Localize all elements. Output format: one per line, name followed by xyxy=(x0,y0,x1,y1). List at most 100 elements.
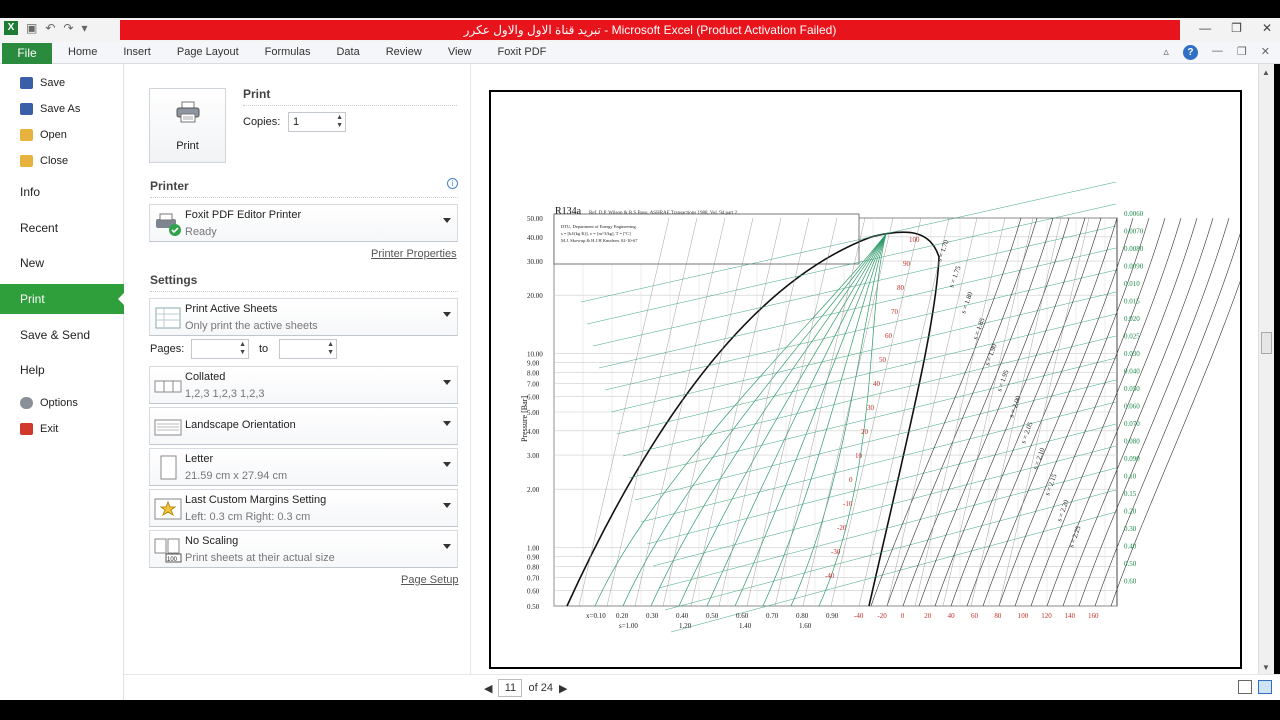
y-tick-label: 30.00 xyxy=(527,258,543,266)
printer-dropdown[interactable]: Foxit PDF Editor Printer Ready xyxy=(149,204,458,242)
nav-save-as[interactable]: Save As xyxy=(0,99,124,119)
entropy-label: s = 2.15 xyxy=(1043,472,1058,496)
tab-insert[interactable]: Insert xyxy=(123,46,151,58)
doc-close-icon[interactable]: ✕ xyxy=(1261,45,1270,60)
tab-view[interactable]: View xyxy=(448,46,472,58)
ribbon-tabs: File Home Insert Page Layout Formulas Da… xyxy=(0,42,1280,64)
collate-desc: 1,2,3 1,2,3 1,2,3 xyxy=(185,388,265,400)
entropy-label: s = 1.80 xyxy=(959,290,974,314)
no-scaling-icon: 100 xyxy=(154,538,182,563)
nav-print[interactable]: Print xyxy=(0,284,124,314)
entropy-label: s = 1.90 xyxy=(983,342,998,366)
nav-new[interactable]: New xyxy=(0,248,124,278)
restore-icon[interactable]: ❐ xyxy=(1231,21,1242,35)
nav-save[interactable]: Save xyxy=(0,73,124,93)
nav-options[interactable]: Options xyxy=(0,393,124,413)
paper-size-dropdown[interactable]: Letter 21.59 cm x 27.94 cm xyxy=(149,448,458,486)
pages-to-input[interactable]: ▲ ▼ xyxy=(279,339,337,359)
right-v-tick-label: 0.090 xyxy=(1124,455,1140,463)
page-setup-link[interactable]: Page Setup xyxy=(401,574,459,586)
tab-formulas[interactable]: Formulas xyxy=(265,46,311,58)
copies-label: Copies: xyxy=(243,116,281,128)
nav-close[interactable]: Close xyxy=(0,151,124,171)
quality-tick-label: 0.60 xyxy=(736,612,749,620)
current-page-input[interactable]: 11 xyxy=(498,679,523,697)
y-tick-label: 0.60 xyxy=(527,588,540,596)
minimize-icon[interactable]: — xyxy=(1199,21,1211,35)
pages-from-input[interactable]: ▲ ▼ xyxy=(191,339,249,359)
close-icon[interactable]: ✕ xyxy=(1262,21,1272,35)
info-icon[interactable]: i xyxy=(447,178,458,189)
paper-icon xyxy=(160,455,177,480)
scaling-dropdown[interactable]: 100 No Scaling Print sheets at their act… xyxy=(149,530,458,568)
y-tick-label: 40.00 xyxy=(527,234,543,242)
save-icon xyxy=(20,77,33,89)
x-tick-label: 120 xyxy=(1041,612,1052,620)
margins-dropdown[interactable]: Last Custom Margins Setting Left: 0.3 cm… xyxy=(149,489,458,527)
quality-tick-label: 0.30 xyxy=(646,612,659,620)
preview-page: 50.00 40.00 30.00 20.00 10.00 9.00 8.00 7.00 6.0… xyxy=(489,90,1262,669)
nav-exit[interactable]: Exit xyxy=(0,419,124,439)
save-icon[interactable]: ▣ xyxy=(26,21,37,35)
scroll-down-icon[interactable]: ▼ xyxy=(1262,663,1270,672)
quality-line xyxy=(818,233,887,607)
chevron-down-icon xyxy=(443,312,451,321)
spin-arrows-icon[interactable]: ▲ ▼ xyxy=(327,341,334,357)
undo-icon[interactable]: ↶ xyxy=(45,21,55,35)
volume-line xyxy=(652,445,1117,567)
x-tick-label: 140 xyxy=(1065,612,1076,620)
volume-line xyxy=(634,379,1117,501)
copies-value: 1 xyxy=(293,116,300,128)
tab-file[interactable]: File xyxy=(2,43,52,64)
nav-info[interactable]: Info xyxy=(0,177,124,207)
redo-icon[interactable]: ↷ xyxy=(63,21,73,35)
customize-qat-icon[interactable]: ▾ xyxy=(81,21,87,35)
printer-properties-link[interactable]: Printer Properties xyxy=(371,248,457,260)
temp-label: 10 xyxy=(855,452,863,460)
quality-tick-label: 0.40 xyxy=(676,612,689,620)
help-icon[interactable]: ? xyxy=(1182,45,1198,60)
divider xyxy=(150,197,458,198)
tab-home[interactable]: Home xyxy=(68,46,97,58)
tab-page-layout[interactable]: Page Layout xyxy=(177,46,239,58)
temp-label: 30 xyxy=(867,404,875,412)
print-button[interactable]: Print xyxy=(149,88,226,163)
tab-review[interactable]: Review xyxy=(386,46,422,58)
y-tick-label: 1.00 xyxy=(527,545,540,553)
show-margins-icon[interactable] xyxy=(1238,680,1252,694)
doc-minimize-icon[interactable]: — xyxy=(1212,45,1223,60)
y-tick-label: 0.80 xyxy=(527,563,540,571)
temp-label: 0 xyxy=(849,476,853,484)
nav-save-send[interactable]: Save & Send xyxy=(0,320,124,350)
temp-label: 50 xyxy=(879,356,887,364)
collapse-ribbon-icon[interactable]: ▵ xyxy=(1163,45,1169,60)
x-tick-label: 160 xyxy=(1088,612,1099,620)
y-tick-label: 9.00 xyxy=(527,359,540,367)
zoom-to-page-icon[interactable] xyxy=(1258,680,1272,694)
doc-restore-icon[interactable]: ❐ xyxy=(1237,45,1247,60)
spin-arrows-icon[interactable]: ▲ ▼ xyxy=(336,114,343,130)
nav-open[interactable]: Open xyxy=(0,125,124,145)
next-page-icon[interactable]: ▶ xyxy=(559,682,567,695)
tab-foxit-pdf[interactable]: Foxit PDF xyxy=(497,46,546,58)
collate-dropdown[interactable]: Collated 1,2,3 1,2,3 1,2,3 xyxy=(149,366,458,404)
entropy-label: s = 2.25 xyxy=(1067,524,1082,548)
right-v-tick-label: 0.040 xyxy=(1124,368,1140,376)
chevron-down-icon xyxy=(443,503,451,512)
nav-help[interactable]: Help xyxy=(0,355,124,385)
print-what-dropdown[interactable]: Print Active Sheets Only print the activ… xyxy=(149,298,458,336)
scroll-up-icon[interactable]: ▲ xyxy=(1262,68,1270,77)
preview-scrollbar[interactable]: ▲ ▼ xyxy=(1258,64,1274,674)
y-tick-label: 3.00 xyxy=(527,452,540,460)
print-button-label: Print xyxy=(176,140,199,152)
orientation-dropdown[interactable]: Landscape Orientation xyxy=(149,407,458,445)
copies-input[interactable]: 1 ▲ ▼ xyxy=(288,112,346,132)
nav-recent[interactable]: Recent xyxy=(0,213,124,243)
spin-arrows-icon[interactable]: ▲ ▼ xyxy=(239,341,246,357)
scroll-thumb[interactable] xyxy=(1261,332,1272,354)
right-v-tick-label: 0.60 xyxy=(1124,578,1137,586)
landscape-icon xyxy=(154,419,182,436)
previous-page-icon[interactable]: ◀ xyxy=(484,682,492,695)
tab-data[interactable]: Data xyxy=(336,46,359,58)
y-tick-label: 50.00 xyxy=(527,215,543,223)
